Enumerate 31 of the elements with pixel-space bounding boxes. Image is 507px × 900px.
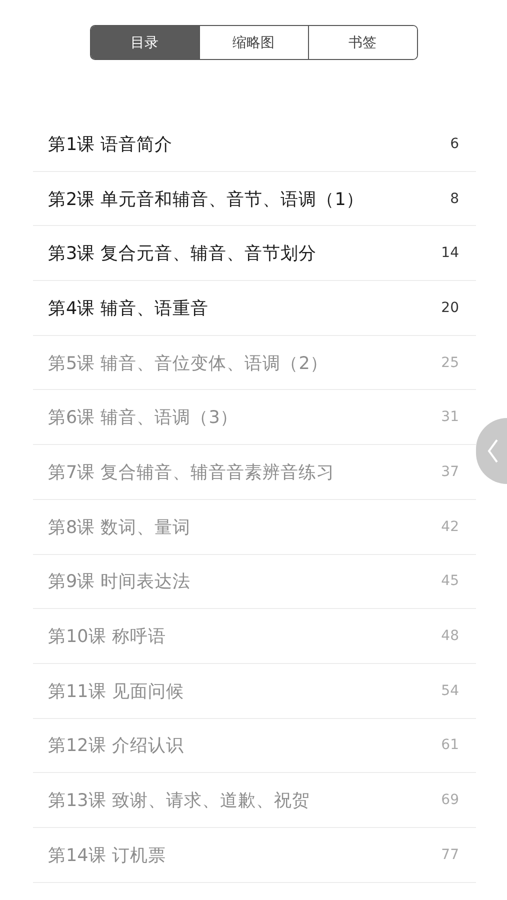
- page-number: 14: [441, 245, 459, 262]
- page-number: 42: [441, 518, 459, 535]
- page-number: 61: [441, 737, 459, 754]
- chapter-title[interactable]: 第12课 介绍认识: [48, 733, 184, 758]
- page-number: 8: [450, 190, 459, 207]
- chapter-title[interactable]: 第2课 单元音和辅音、音节、语调（1）: [48, 186, 364, 211]
- segment-tab[interactable]: 目录: [90, 26, 198, 59]
- page-number: 69: [441, 792, 459, 808]
- page-number: 48: [441, 628, 459, 644]
- segment-tab[interactable]: 书签: [308, 26, 416, 59]
- chevron-left-icon: [487, 438, 499, 464]
- chapter-title[interactable]: 第11课 见面问候: [48, 678, 184, 703]
- chapter-title[interactable]: 第13课 致谢、请求、道歉、祝贺: [48, 788, 310, 812]
- chapter-title[interactable]: 第14课 订机票: [48, 842, 166, 867]
- chapter-title[interactable]: 第6课 辅音、语调（3）: [48, 405, 238, 430]
- page-number: 25: [441, 354, 459, 371]
- chapter-title[interactable]: 第8课 数词、量词: [48, 514, 191, 539]
- chapter-title[interactable]: 第3课 复合元音、辅音、音节划分: [48, 241, 317, 266]
- page-number: 45: [441, 573, 459, 590]
- page-number: 6: [450, 136, 459, 152]
- page-number: 31: [441, 409, 459, 426]
- chapter-title[interactable]: 第9课 时间表达法: [48, 569, 191, 594]
- chapter-title[interactable]: 第5课 辅音、音位变体、语调（2）: [48, 350, 328, 375]
- chapter-title[interactable]: 第1课 语音简介: [48, 132, 173, 156]
- page-number: 77: [441, 846, 459, 863]
- page-number: 20: [441, 300, 459, 316]
- chapter-title[interactable]: 第10课 称呼语: [48, 624, 166, 648]
- page-number: 54: [441, 682, 459, 699]
- chapter-title[interactable]: 第7课 复合辅音、辅音音素辨音练习: [48, 460, 335, 484]
- chapter-title[interactable]: 第4课 辅音、语重音: [48, 296, 209, 320]
- page-number: 37: [441, 464, 459, 480]
